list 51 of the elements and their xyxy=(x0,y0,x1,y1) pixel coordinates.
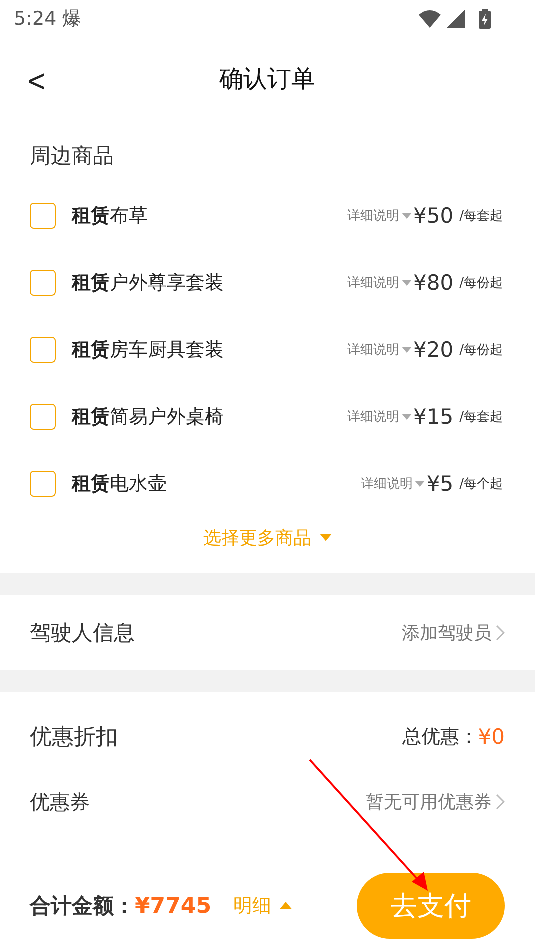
details-link[interactable]: 详细说明 xyxy=(360,474,425,492)
product-price: ¥15 xyxy=(414,404,454,428)
price-unit: /每个起 xyxy=(460,476,503,492)
checkbox[interactable] xyxy=(30,470,56,496)
coupon-label: 优惠券 xyxy=(30,788,91,816)
checkbox[interactable] xyxy=(30,202,56,228)
caret-down-icon xyxy=(402,280,412,286)
details-link[interactable]: 详细说明 xyxy=(348,274,412,292)
price-unit: /每套起 xyxy=(460,408,503,426)
section-title: 周边商品 xyxy=(29,143,115,170)
checkbox[interactable] xyxy=(30,270,56,296)
checkbox[interactable] xyxy=(30,336,56,362)
wifi-icon xyxy=(419,10,441,28)
product-name: 租赁房车厨具套装 xyxy=(72,338,225,362)
price-unit: /每份起 xyxy=(460,274,503,292)
signal-icon xyxy=(447,10,465,28)
caret-down-icon xyxy=(402,212,412,218)
product-price: ¥5 xyxy=(426,472,454,496)
caret-down-icon xyxy=(414,480,425,486)
details-link[interactable]: 详细说明 xyxy=(348,340,412,358)
status-time: 5:24 xyxy=(14,8,57,30)
product-name: 租赁布草 xyxy=(72,204,149,228)
caret-down-icon xyxy=(402,346,412,352)
back-button[interactable]: < xyxy=(22,64,52,99)
chevron-right-icon xyxy=(496,624,505,640)
page-title: 确认订单 xyxy=(220,64,316,95)
discount-title: 优惠折扣 xyxy=(30,724,119,752)
chevron-right-icon xyxy=(496,794,505,810)
total-label: 合计金额： xyxy=(30,893,135,920)
battery-icon xyxy=(479,9,491,29)
product-name: 租赁简易户外桌椅 xyxy=(72,404,225,430)
driver-label: 驾驶人信息 xyxy=(30,620,136,646)
checkbox[interactable] xyxy=(30,404,56,430)
caret-down-icon xyxy=(320,534,332,542)
product-name: 租赁户外尊享套装 xyxy=(72,270,225,296)
total-discount-value: ¥0 xyxy=(478,725,505,749)
details-link[interactable]: 详细说明 xyxy=(348,408,412,426)
caret-down-icon xyxy=(402,414,412,420)
total-amount: ¥7745 xyxy=(135,894,212,918)
add-driver-link[interactable]: 添加驾驶员 xyxy=(402,620,505,644)
product-price: ¥80 xyxy=(414,270,454,294)
total-discount-label: 总优惠： xyxy=(402,725,478,750)
coupon-link[interactable]: 暂无可用优惠券 xyxy=(366,790,505,814)
details-link[interactable]: 详细说明 xyxy=(348,206,412,224)
price-unit: /每份起 xyxy=(460,342,503,358)
product-name: 租赁电水壶 xyxy=(72,472,168,496)
product-price: ¥50 xyxy=(414,204,454,228)
price-unit: /每套起 xyxy=(460,208,503,224)
caret-up-icon xyxy=(280,902,292,910)
product-price: ¥20 xyxy=(414,338,454,362)
notification-glyph: 爆 xyxy=(62,7,82,32)
